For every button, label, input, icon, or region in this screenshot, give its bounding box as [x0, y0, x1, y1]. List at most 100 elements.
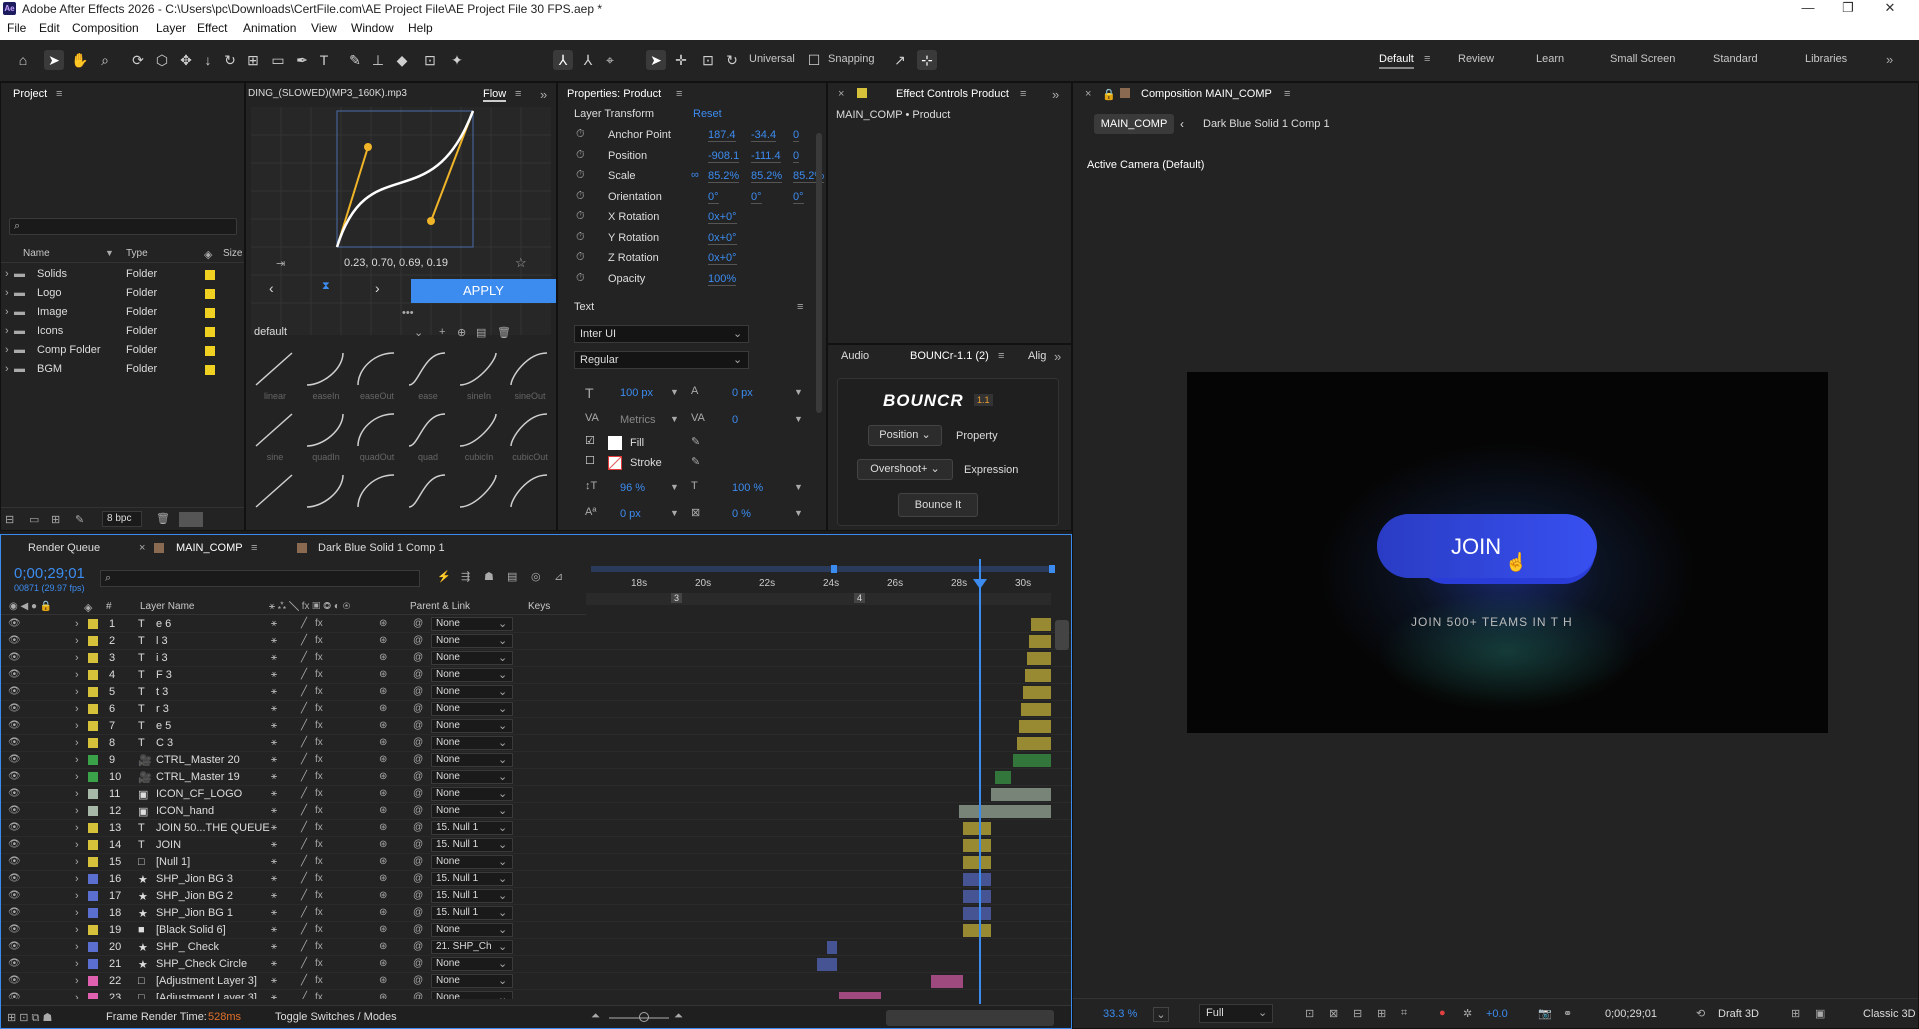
exposure-reset-icon[interactable]: ✲: [1463, 1007, 1472, 1020]
motion-blur-icon[interactable]: ◎: [531, 570, 541, 583]
column-size[interactable]: Size: [223, 248, 242, 259]
3d-switch-icon[interactable]: ⊛: [379, 652, 387, 663]
leading-value[interactable]: 0 px: [732, 387, 753, 399]
3d-switch-icon[interactable]: ⊛: [379, 907, 387, 918]
layer-row[interactable]: 👁 › 22 □ [Adjustment Layer 3] ⚹ ╱ fx ⊛ @ None ⌄: [1, 973, 1071, 990]
eye-icon[interactable]: 👁: [8, 839, 21, 850]
layer-name-column[interactable]: Layer Name: [140, 601, 194, 612]
parent-dropdown[interactable]: None ⌄: [431, 668, 513, 682]
eye-icon[interactable]: 👁: [8, 669, 21, 680]
stopwatch-icon[interactable]: ⏱: [576, 128, 585, 141]
stopwatch-icon[interactable]: ⏱: [576, 210, 585, 223]
dark-blue-comp-tab[interactable]: Dark Blue Solid 1 Comp 1: [318, 542, 445, 554]
layer-duration-bar[interactable]: [1029, 635, 1051, 648]
shy-switch-icon[interactable]: ⚹: [271, 652, 277, 663]
shy-switch-icon[interactable]: ⚹: [271, 924, 277, 935]
menu-composition[interactable]: Composition: [72, 21, 139, 35]
dolly-tool-icon[interactable]: ↓: [198, 50, 218, 70]
local-axis-icon[interactable]: ⅄: [553, 50, 573, 70]
layer-duration-bar[interactable]: [963, 890, 991, 903]
timeline-timecode[interactable]: 0;00;29;01: [14, 565, 85, 582]
parent-dropdown[interactable]: None ⌄: [431, 736, 513, 750]
shy-switch-icon[interactable]: ⚹: [271, 975, 277, 986]
shy-switch-icon[interactable]: ⚹: [271, 737, 277, 748]
layer-row[interactable]: 👁 › 9 🎥 CTRL_Master 20 ⚹ ╱ fx ⊛ @ None ⌄: [1, 752, 1071, 769]
pickwhip-icon[interactable]: @: [413, 941, 423, 952]
rectangle-tool-icon[interactable]: ▭: [268, 50, 288, 70]
lock-icon[interactable]: 🔒: [1102, 88, 1116, 101]
parent-dropdown[interactable]: None ⌄: [431, 974, 513, 988]
eye-icon[interactable]: 👁: [8, 907, 21, 918]
stroke-swatch[interactable]: [608, 456, 622, 470]
layer-duration-bar[interactable]: [963, 873, 991, 886]
property-value-1[interactable]: -908.1: [708, 150, 740, 163]
chevron-right-icon[interactable]: ›: [75, 618, 79, 630]
eye-icon[interactable]: 👁: [8, 890, 21, 901]
effects-switch-icon[interactable]: fx: [315, 907, 323, 918]
property-value-1[interactable]: 85.2%: [708, 170, 740, 183]
pickwhip-icon[interactable]: @: [413, 771, 423, 782]
layer-name[interactable]: [Black Solid 6]: [156, 924, 226, 936]
layer-row[interactable]: 👁 › 13 T JOIN 50...THE QUEUE ⚹ ╱ fx ⊛ @15. Null 1…: [1, 820, 1071, 837]
layer-row[interactable]: 👁 › 20 ★ SHP_ Check ⚹ ╱ fx ⊛ @21. SHP_Ch ⌄: [1, 939, 1071, 956]
hand-tool-icon[interactable]: ✋: [70, 50, 90, 70]
property-value-2[interactable]: -34.4: [751, 129, 777, 142]
zoom-in-icon[interactable]: ⏶: [674, 1010, 683, 1023]
project-item[interactable]: › ▬ Icons Folder: [1, 322, 244, 341]
layer-name[interactable]: [Null 1]: [156, 856, 190, 868]
chevron-right-icon[interactable]: ›: [75, 822, 79, 834]
workspace-small-screen[interactable]: Small Screen: [1610, 53, 1675, 65]
layer-name[interactable]: ICON_hand: [156, 805, 214, 817]
zoom-out-icon[interactable]: ⏶: [591, 1010, 600, 1023]
parent-dropdown[interactable]: None ⌄: [431, 634, 513, 648]
fill-checkbox[interactable]: ☑: [585, 434, 595, 447]
layer-duration-bar[interactable]: [827, 941, 837, 954]
layer-duration-bar[interactable]: [963, 822, 991, 835]
marker-4[interactable]: 4: [854, 593, 866, 603]
guides-icon[interactable]: ⊞: [1377, 1007, 1386, 1020]
quality-switch-icon[interactable]: ╱: [301, 873, 307, 884]
font-size-value[interactable]: 100 px: [620, 387, 653, 399]
preset-dropdown[interactable]: default ⌄: [250, 325, 430, 342]
shy-switch-icon[interactable]: ⚹: [271, 992, 277, 999]
label-swatch[interactable]: [88, 687, 98, 697]
quality-switch-icon[interactable]: ╱: [301, 890, 307, 901]
layer-name[interactable]: SHP_Check Circle: [156, 958, 247, 970]
eye-icon[interactable]: 👁: [8, 720, 21, 731]
menu-view[interactable]: View: [311, 21, 337, 35]
layer-row[interactable]: 👁 › 19 ■ [Black Solid 6] ⚹ ╱ fx ⊛ @ None ⌄: [1, 922, 1071, 939]
snap-grid-icon[interactable]: ⊹: [917, 50, 937, 70]
shy-switch-icon[interactable]: ⚹: [271, 771, 277, 782]
adjust-icon[interactable]: ✎: [75, 513, 84, 526]
3d-switch-icon[interactable]: ⊛: [379, 703, 387, 714]
3d-switch-icon[interactable]: ⊛: [379, 720, 387, 731]
chevron-left-icon[interactable]: ‹: [1180, 117, 1184, 131]
eye-icon[interactable]: 👁: [8, 618, 21, 629]
chevron-right-icon[interactable]: ›: [75, 924, 79, 936]
eye-icon[interactable]: 👁: [8, 992, 21, 999]
transparency-icon[interactable]: ⊠: [1329, 1007, 1338, 1020]
flow-tab[interactable]: Flow: [483, 88, 507, 102]
pickwhip-icon[interactable]: @: [413, 907, 423, 918]
layer-row[interactable]: 👁 › 15 □ [Null 1] ⚹ ╱ fx ⊛ @ None ⌄: [1, 854, 1071, 871]
label-swatch[interactable]: [88, 755, 98, 765]
label-swatch[interactable]: [88, 789, 98, 799]
region-icon[interactable]: ⊡: [1305, 1007, 1314, 1020]
next-icon[interactable]: ›: [375, 280, 380, 296]
parent-dropdown[interactable]: None ⌄: [431, 991, 513, 999]
preset-thumbnail[interactable]: [303, 471, 349, 530]
font-dropdown[interactable]: Inter UI ⌄: [574, 325, 749, 343]
effects-switch-icon[interactable]: fx: [315, 720, 323, 731]
close-icon[interactable]: ×: [1085, 88, 1091, 100]
pickwhip-icon[interactable]: @: [413, 890, 423, 901]
eye-icon[interactable]: 👁: [8, 788, 21, 799]
composition-viewer[interactable]: JOIN ☝ JOIN 500+ TEAMS IN T H: [1187, 372, 1828, 733]
parent-dropdown[interactable]: None ⌄: [431, 651, 513, 665]
layer-row[interactable]: 👁 › 4 T F 3 ⚹ ╱ fx ⊛ @ None ⌄: [1, 667, 1071, 684]
chevron-right-icon[interactable]: ›: [75, 686, 79, 698]
layer-duration-bar[interactable]: [963, 924, 991, 937]
effects-switch-icon[interactable]: fx: [315, 652, 323, 663]
chevron-right-icon[interactable]: ›: [75, 839, 79, 851]
parent-dropdown[interactable]: 21. SHP_Ch ⌄: [431, 940, 513, 954]
transform-box-icon[interactable]: ⊡: [698, 50, 718, 70]
